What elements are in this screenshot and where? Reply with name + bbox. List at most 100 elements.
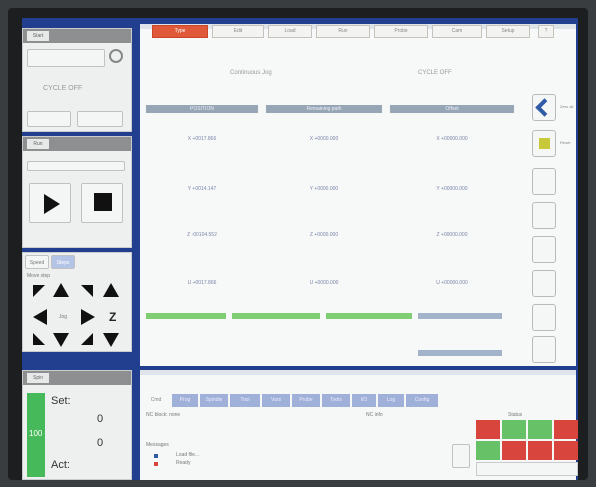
jog-mode-label: Continuous Jog <box>230 70 272 76</box>
toolbar-probe[interactable]: Probe <box>374 25 428 38</box>
jog-increment-label: Move step <box>27 273 51 279</box>
play-icon <box>44 194 60 214</box>
jog-left-icon[interactable] <box>33 309 47 325</box>
column-header-position: POSITION <box>146 105 258 113</box>
side-button-4[interactable] <box>532 202 556 229</box>
jog-up-right-icon[interactable] <box>81 285 93 297</box>
spindle-act-label: Act: <box>51 459 70 471</box>
message-line-1: Load file... <box>176 452 200 458</box>
status-cell-1 <box>476 420 500 439</box>
reset-icon <box>539 138 550 149</box>
offset-x: X +00000.000 <box>436 136 468 142</box>
z-up-icon[interactable] <box>103 283 119 297</box>
power-panel: Start CYCLE OFF <box>22 28 132 132</box>
cycle-status: CYCLE OFF <box>43 85 83 92</box>
side-button-7[interactable] <box>532 304 556 331</box>
jog-up-icon[interactable] <box>53 283 69 297</box>
toolbar-run[interactable]: Run <box>316 25 370 38</box>
toolbar-setup[interactable]: Setup <box>486 25 530 38</box>
toolbar-type[interactable]: Type <box>152 25 208 38</box>
bottom-tab-tools[interactable]: Tools <box>322 394 350 407</box>
status-group-3 <box>326 313 412 319</box>
spindle-value: 100 <box>29 429 43 438</box>
jog-up-left-icon[interactable] <box>33 285 45 297</box>
screen: Start CYCLE OFF Run Speed Steps Move ste… <box>22 18 578 480</box>
bottom-tab-log[interactable]: Log <box>378 394 404 407</box>
stop-button[interactable] <box>81 183 123 223</box>
position-x: X +0017.866 <box>187 136 217 142</box>
reset-button[interactable] <box>532 130 556 157</box>
bottom-tab-tool[interactable]: Tool <box>230 394 260 407</box>
status-cell-3 <box>528 420 552 439</box>
bottom-tab-spindle[interactable]: Spindle <box>200 394 228 407</box>
side-button-8[interactable] <box>532 336 556 363</box>
side-button-5[interactable] <box>532 236 556 263</box>
status-label: Status <box>508 412 523 418</box>
run-tab[interactable]: Run <box>27 139 49 149</box>
offset-u: U +00000.000 <box>436 280 468 286</box>
status-cell-8 <box>554 441 578 460</box>
jog-down-right-icon[interactable] <box>81 333 93 345</box>
jog-down-icon[interactable] <box>53 333 69 347</box>
status-group-4b <box>418 350 502 356</box>
power-field[interactable] <box>27 49 105 67</box>
bottom-tab-probe[interactable]: Probe <box>292 394 320 407</box>
jog-down-left-icon[interactable] <box>33 333 45 345</box>
run-panel: Run <box>22 136 132 248</box>
message-arrow-icon <box>154 454 158 458</box>
spindle-panel: Spin 100 Set: 0 0 Act: <box>22 370 132 480</box>
zero-all-icon <box>535 98 554 117</box>
power-btn-right[interactable] <box>77 111 123 127</box>
jog-tab-speed[interactable]: Speed <box>25 255 49 269</box>
bottom-tab-cmd[interactable]: Cmd <box>142 394 170 407</box>
bottom-tab-prog[interactable]: Prog <box>172 394 198 407</box>
side-button-3[interactable] <box>532 168 556 195</box>
column-header-remaining: Remaining path <box>266 105 382 113</box>
dro-cycle-status: CYCLE OFF <box>418 70 452 76</box>
status-group-4 <box>418 313 502 319</box>
bottom-tab-io[interactable]: I/O <box>352 394 376 407</box>
status-cell-6 <box>502 441 526 460</box>
reset-label: Reset <box>560 140 571 145</box>
toolbar-cam[interactable]: Cam <box>432 25 482 38</box>
help-icon[interactable]: ? <box>538 25 554 38</box>
status-cell-5 <box>476 441 500 460</box>
power-icon[interactable] <box>109 49 123 63</box>
zero-all-button[interactable] <box>532 94 556 121</box>
spindle-tab[interactable]: Spin <box>27 373 49 383</box>
message-line-2: Ready <box>176 460 191 466</box>
status-cell-4 <box>554 420 578 439</box>
toolbar-load[interactable]: Load <box>268 25 312 38</box>
bottom-titlebar <box>140 370 576 375</box>
position-z: Z -00104.552 <box>187 232 217 238</box>
remaining-u: U +0000.000 <box>309 280 339 286</box>
bottom-action-button[interactable] <box>452 444 470 468</box>
jog-tab-steps[interactable]: Steps <box>51 255 75 269</box>
bottom-tab-vars[interactable]: Vars <box>262 394 290 407</box>
column-header-offset: Offset <box>390 105 514 113</box>
offset-y: Y +00000.000 <box>436 186 468 192</box>
spindle-set-value: 0 <box>97 413 104 425</box>
position-u: U +0017.866 <box>187 280 217 286</box>
status-group-2 <box>232 313 320 319</box>
toolbar-edit[interactable]: Edit <box>212 25 264 38</box>
status-group-1 <box>146 313 226 319</box>
spindle-set-label: Set: <box>51 395 71 407</box>
jog-panel: Speed Steps Move step Jog Z <box>22 252 132 352</box>
play-button[interactable] <box>29 183 71 223</box>
z-down-icon[interactable] <box>103 333 119 347</box>
jog-right-icon[interactable] <box>81 309 95 325</box>
jog-center-label[interactable]: Jog <box>59 314 67 320</box>
power-tab[interactable]: Start <box>27 31 49 41</box>
remaining-y: Y +0000.000 <box>309 186 339 192</box>
status-cell-7 <box>528 441 552 460</box>
remaining-z: Z +0000.000 <box>309 232 339 238</box>
side-button-6[interactable] <box>532 270 556 297</box>
power-btn-left[interactable] <box>27 111 71 127</box>
status-footer <box>476 462 578 476</box>
remaining-x: X +0000.000 <box>309 136 339 142</box>
run-bar <box>27 161 125 171</box>
bottom-tab-config[interactable]: Config <box>406 394 438 407</box>
spindle-act-value: 0 <box>97 437 104 449</box>
messages-label: Messages <box>146 442 169 448</box>
